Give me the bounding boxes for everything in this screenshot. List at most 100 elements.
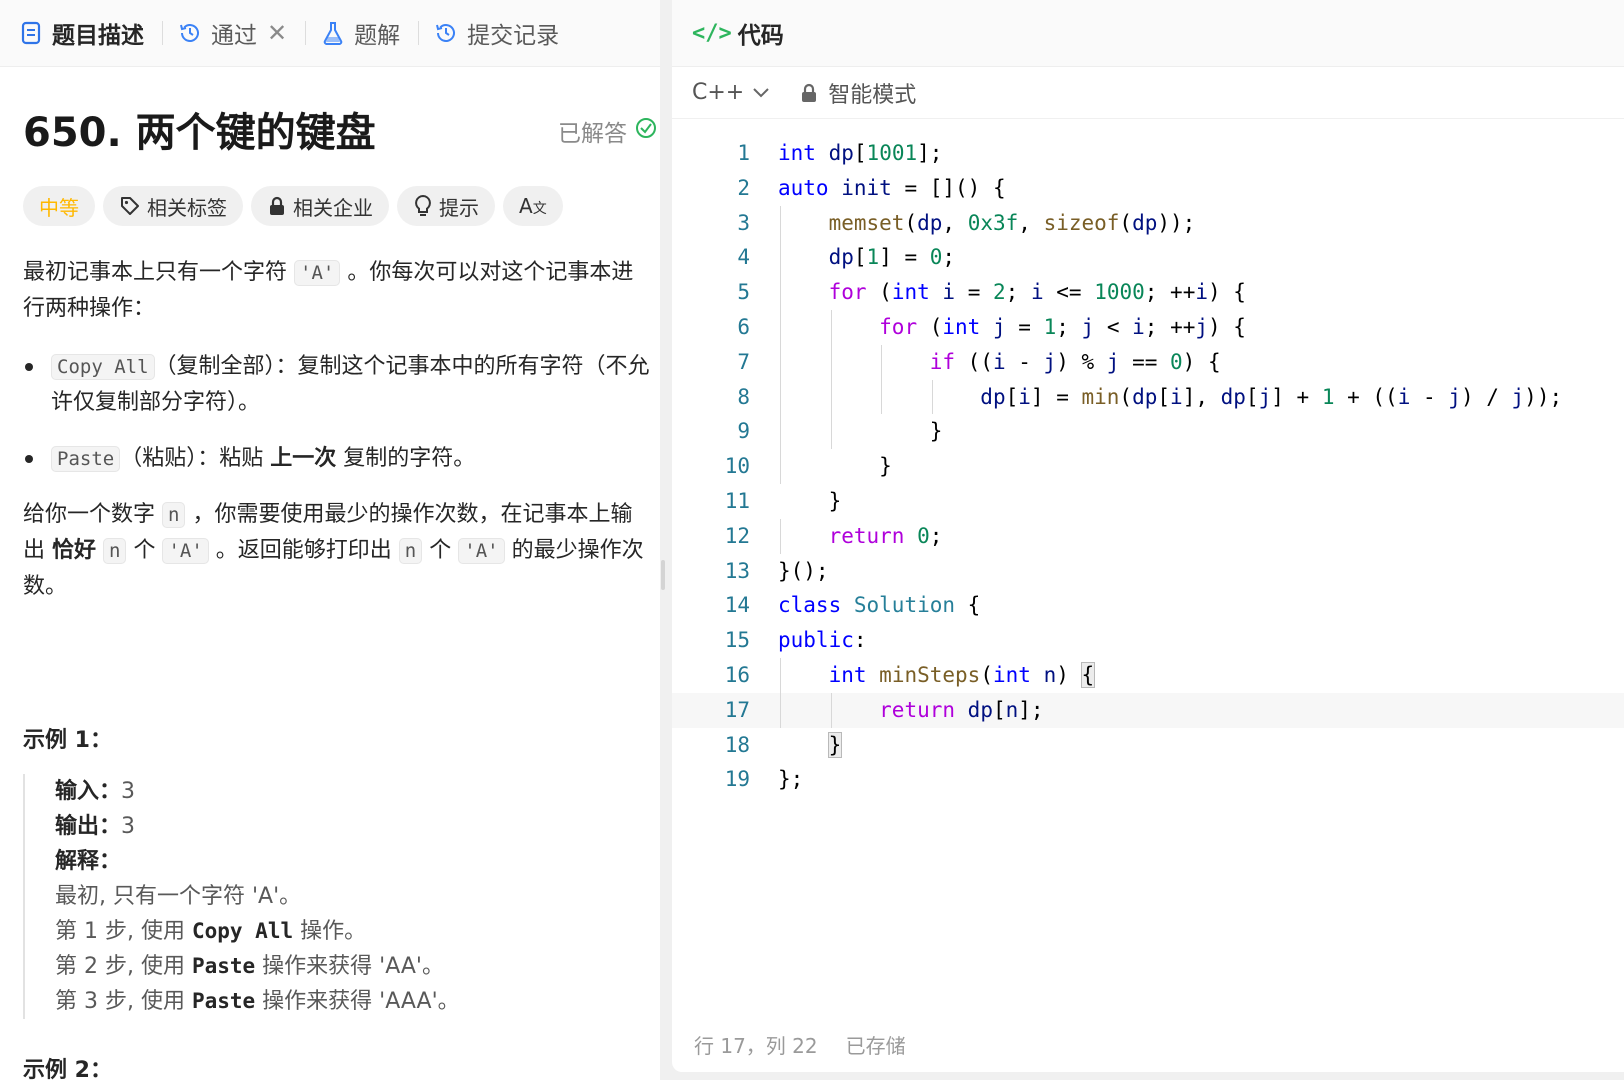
panel-resize-handle[interactable] (661, 560, 665, 590)
code-text: } (827, 731, 843, 758)
inline-code: 'A' (294, 260, 341, 286)
example-1-block: 输入：3 输出：3 解释： 最初, 只有一个字符 'A'。 第 1 步, 使用 … (23, 774, 623, 1019)
tab-description[interactable]: 题目描述 (18, 0, 156, 67)
code-text: memset(dp, 0x3f, sizeof(dp)); (828, 210, 1196, 235)
line-number: 12 (724, 523, 750, 548)
line-number: 9 (737, 419, 750, 444)
code-line[interactable]: 14 class Solution { (672, 588, 1624, 623)
code-text: }; (778, 767, 804, 792)
code-text: for (int i = 2; i <= 1000; ++i) { (828, 280, 1246, 305)
example-input: 输入：3 (55, 774, 623, 809)
translate-button[interactable]: A文 (503, 186, 563, 226)
difficulty-label: 中等 (39, 195, 79, 220)
inline-code: n (162, 502, 186, 528)
related-tags-label: 相关标签 (147, 195, 227, 220)
tab-divider (162, 21, 163, 45)
line-number: 1 (737, 141, 750, 165)
history-icon (177, 20, 203, 46)
desc-text: 。返回能够打印出 (208, 538, 399, 563)
related-companies-button[interactable]: 相关企业 (251, 186, 389, 226)
code-line[interactable]: 15 public: (672, 623, 1624, 658)
explain-bold: Paste (191, 954, 256, 978)
code-text: class Solution { (778, 593, 981, 618)
code-line[interactable]: 3 memset(dp, 0x3f, sizeof(dp)); (672, 205, 1624, 241)
tag-icon (121, 197, 139, 215)
code-line[interactable]: 11 } (672, 484, 1624, 519)
tab-solutions[interactable]: 题解 (320, 0, 412, 67)
line-number: 2 (737, 175, 750, 200)
hint-button[interactable]: 提示 (397, 186, 495, 226)
code-line[interactable]: 10 } (672, 449, 1624, 484)
example-1-title: 示例 1： (23, 728, 112, 753)
language-select[interactable]: C++ (692, 80, 770, 105)
code-line[interactable]: 4 dp[1] = 0; (672, 240, 1624, 276)
code-line[interactable]: 1 int dp[1001]; (672, 136, 1624, 171)
lock-icon (802, 83, 817, 102)
code-text: } (778, 488, 842, 513)
tab-accepted[interactable]: 通过 ✕ (177, 0, 299, 67)
tab-divider (418, 21, 420, 45)
code-text: public: (778, 628, 867, 653)
code-line[interactable]: 2 auto init = []() { (672, 171, 1624, 206)
history-icon (433, 20, 459, 46)
code-line[interactable]: 17 return dp[n]; (672, 692, 1624, 728)
code-line[interactable]: 19}; (672, 762, 1624, 797)
code-line[interactable]: 5 for (int i = 2; i <= 1000; ++i) { (672, 275, 1624, 310)
code-line[interactable]: 13}(); (672, 554, 1624, 589)
line-number: 11 (724, 488, 750, 513)
related-tags-button[interactable]: 相关标签 (103, 186, 243, 226)
line-number: 14 (724, 593, 750, 618)
input-value: 3 (121, 779, 136, 804)
desc-text: （粘贴）：粘贴 (120, 446, 271, 471)
list-item: Copy All （复制全部）：复制这个记事本中的所有字符（不允许仅复制部分字符）… (23, 349, 653, 421)
line-number: 17 (724, 697, 750, 722)
line-number: 10 (724, 454, 750, 479)
code-line[interactable]: 9 } (672, 414, 1624, 450)
problem-tabs: 题目描述 通过 ✕ 题解 提交记录 (0, 0, 660, 67)
code-text: if ((i - j) % j == 0) { (929, 349, 1221, 374)
input-label: 输入： (55, 779, 122, 804)
chevron-down-icon (753, 87, 769, 97)
explain-label: 解释： (55, 849, 122, 874)
explain-text: 最初, 只有一个字符 'A'。 (55, 884, 302, 909)
editor-status-bar: 行 17，列 22 已存储 (694, 1030, 906, 1059)
document-icon (18, 20, 44, 46)
explain-line: 第 1 步, 使用 Copy All 操作。 (55, 914, 623, 949)
example-output: 输出：3 (55, 809, 623, 844)
inline-code: Copy All (51, 354, 155, 380)
code-line[interactable]: 16 int minSteps(int n) { (672, 657, 1624, 693)
tab-submissions-label: 提交记录 (467, 23, 560, 49)
explain-bold: Copy All (191, 919, 294, 943)
code-text: return 0; (828, 523, 943, 548)
smart-mode-toggle[interactable]: 智能模式 (800, 77, 916, 109)
explain-line: 第 3 步, 使用 Paste 操作来获得 'AAA'。 (55, 984, 623, 1019)
code-line[interactable]: 12 return 0; (672, 518, 1624, 554)
code-text: return dp[n]; (879, 697, 1044, 722)
tab-solutions-label: 题解 (354, 23, 401, 49)
close-icon[interactable]: ✕ (267, 19, 287, 47)
tab-description-label: 题目描述 (52, 23, 144, 49)
save-status: 已存储 (845, 1034, 906, 1058)
operation-list: Copy All （复制全部）：复制这个记事本中的所有字符（不允许仅复制部分字符）… (23, 349, 653, 477)
line-number: 4 (737, 245, 750, 270)
line-number: 6 (737, 314, 750, 339)
tab-submissions[interactable]: 提交记录 (433, 0, 571, 67)
code-editor[interactable]: 1 int dp[1001]; 2 auto init = []() { 3 memse… (672, 136, 1624, 797)
check-circle-icon (635, 117, 657, 145)
code-line[interactable]: 6 for (int j = 1; j < i; ++j) { (672, 309, 1624, 345)
hint-label: 提示 (439, 195, 479, 220)
line-number: 15 (724, 628, 750, 653)
explain-line: 第 2 步, 使用 Paste 操作来获得 'AA'。 (55, 949, 623, 984)
code-text: dp[1] = 0; (828, 245, 956, 270)
code-text: auto init = []() { (778, 175, 1006, 200)
explain-text: 操作来获得 'AAA'。 (255, 989, 460, 1014)
code-line[interactable]: 18 } (672, 728, 1624, 763)
code-line[interactable]: 8 dp[i] = min(dp[i], dp[j] + 1 + ((i - j… (672, 379, 1624, 415)
smart-mode-label: 智能模式 (828, 82, 917, 108)
line-number: 18 (724, 732, 750, 757)
solved-status: 已解答 (558, 114, 657, 148)
code-line[interactable]: 7 if ((i - j) % j == 0) { (672, 344, 1624, 380)
inline-code: 'A' (458, 538, 505, 564)
output-value: 3 (121, 814, 136, 839)
code-panel-title: 代码 (737, 23, 784, 49)
